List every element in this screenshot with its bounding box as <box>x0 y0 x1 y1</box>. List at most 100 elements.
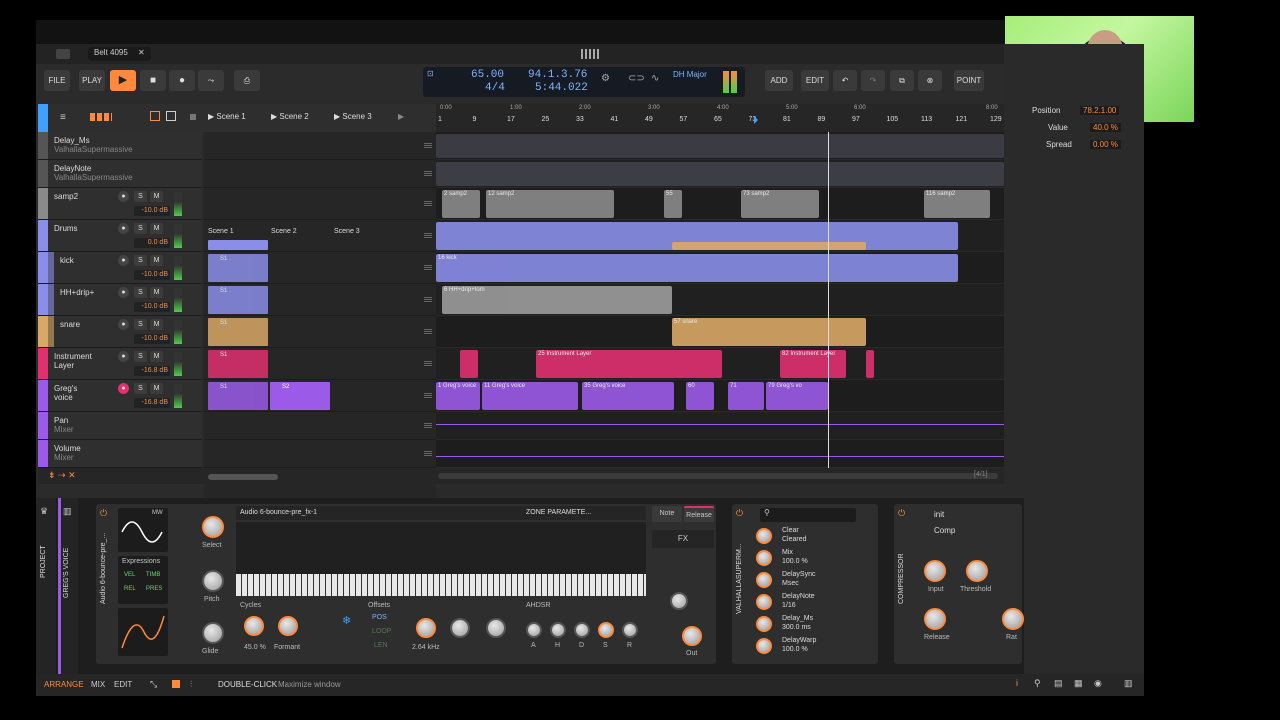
arranger-timeline[interactable]: 2 samp2 12 samp2 55 73 samp2 116 samp2 16 kic… <box>436 132 1004 484</box>
row-grip-icon[interactable] <box>424 451 432 457</box>
arranger-clip[interactable] <box>866 350 874 378</box>
record-arm-button[interactable]: ● <box>118 383 129 394</box>
track-header[interactable]: Instrument Layer ● S M -16.8 dB <box>38 348 202 380</box>
solo-button[interactable]: S <box>134 287 147 298</box>
param-search[interactable]: ⚲ <box>760 508 856 522</box>
file-icon[interactable]: ▤ <box>1054 678 1063 689</box>
record-arm-button[interactable]: ● <box>118 191 129 202</box>
track-volume[interactable]: -10.0 dB <box>134 206 170 216</box>
print-icon[interactable]: ⎙ <box>234 70 260 91</box>
view-icon[interactable] <box>90 113 112 121</box>
fx-slot[interactable]: FX <box>652 530 714 548</box>
browser-icon[interactable]: ▦ <box>1074 678 1083 689</box>
key-display[interactable]: DH Major <box>673 70 707 79</box>
time-signature[interactable]: 4/4 <box>485 82 505 94</box>
arranger-clip[interactable]: 60 <box>686 382 714 410</box>
record-arm-button[interactable]: ● <box>118 287 129 298</box>
edit-tab[interactable]: EDIT <box>114 680 132 689</box>
launcher-clip[interactable]: S1 <box>208 318 268 346</box>
track-header[interactable]: Drums ● S M 0.0 dB <box>38 220 202 252</box>
stop-all-icon[interactable] <box>190 114 196 120</box>
param-row[interactable]: DelayWarp 100.0 % <box>754 636 872 656</box>
envelope-knob[interactable] <box>526 622 542 638</box>
glide-knob[interactable] <box>202 622 224 644</box>
arranger-lane[interactable] <box>436 440 1004 468</box>
out-knob[interactable] <box>682 626 702 646</box>
arrange-tab[interactable]: ARRANGE <box>44 680 84 689</box>
launcher-clip[interactable]: S1 <box>208 350 268 378</box>
piano-panel-icon[interactable]: ▥ <box>1124 678 1133 689</box>
row-grip-icon[interactable] <box>424 297 432 303</box>
release-button[interactable]: Release <box>684 506 714 522</box>
track-volume[interactable]: 0.0 dB <box>134 238 170 248</box>
scene-label[interactable]: Scene 2 <box>271 228 297 235</box>
launcher-clip[interactable]: S1 <box>208 286 268 314</box>
mix-tab[interactable]: MIX <box>91 680 105 689</box>
param-row[interactable]: DelaySync Msec <box>754 570 872 590</box>
loop-icon[interactable]: ⊡ <box>427 69 443 95</box>
freeze-icon[interactable]: ❄ <box>342 614 351 627</box>
arranger-lane[interactable] <box>436 412 1004 440</box>
keyboard[interactable] <box>236 574 646 596</box>
position-value-field[interactable]: 78.2.1.00 <box>1080 106 1120 115</box>
record-arm-button[interactable]: ● <box>118 351 129 362</box>
play-icon[interactable]: ▶ <box>110 70 136 91</box>
timeline-ruler[interactable]: 0:00 1:00 2:00 3:00 4:00 5:00 6:00 8:00 1 9 17 25 3… <box>436 104 1004 132</box>
arranger-clip[interactable]: 16 kick <box>436 254 958 282</box>
ahdsr-label[interactable]: AHDSR <box>526 602 551 609</box>
arranger-clip[interactable]: 55 <box>664 190 682 218</box>
envelope-knob[interactable] <box>550 622 566 638</box>
arranger-clip[interactable]: 25 Instrument Layer <box>536 350 722 378</box>
loop-label[interactable]: LOOP <box>372 628 391 635</box>
track-volume[interactable]: -10.0 dB <box>134 334 170 344</box>
solo-button[interactable]: S <box>134 191 147 202</box>
playhead-marker-icon[interactable] <box>754 116 758 124</box>
mute-button[interactable]: M <box>150 223 163 234</box>
footer-tools-icon[interactable]: ⇟ ⇢ ✕ <box>48 470 76 481</box>
arranger-clip[interactable]: 6 HH+drip+tom <box>442 286 672 314</box>
solo-button[interactable]: S <box>134 383 147 394</box>
mute-button[interactable]: M <box>150 255 163 266</box>
track-header[interactable]: Volume Mixer <box>38 440 202 468</box>
arranger-clip[interactable]: 82 Instrument Layer <box>780 350 846 378</box>
param-knob[interactable] <box>756 594 772 610</box>
ratio-knob[interactable] <box>1002 608 1024 630</box>
input-knob[interactable] <box>924 560 946 582</box>
stop-icon[interactable]: ■ <box>140 70 166 91</box>
copy-icon[interactable]: ⧉ <box>890 70 914 91</box>
scene-label[interactable]: Scene 3 <box>334 228 360 235</box>
mute-button[interactable]: M <box>150 287 163 298</box>
mute-button[interactable]: M <box>150 351 163 362</box>
launcher-clip[interactable]: S2 <box>270 382 330 410</box>
arranger-clip[interactable]: 35 Greg's voice <box>582 382 674 410</box>
automation-icon[interactable]: ⤳ <box>198 70 224 91</box>
spread-field[interactable]: 0.00 % <box>1090 140 1121 149</box>
res-knob[interactable] <box>450 618 470 638</box>
param-row[interactable]: Delay_Ms 300.0 ms <box>754 614 872 634</box>
param-row[interactable]: Clear Cleared <box>754 526 872 546</box>
tempo-value[interactable]: 65.00 <box>471 69 504 81</box>
value-field[interactable]: 40.0 % <box>1090 123 1121 132</box>
row-grip-icon[interactable] <box>424 329 432 335</box>
edit-button[interactable]: EDIT <box>801 70 829 91</box>
crown-icon[interactable]: ♛ <box>40 506 48 517</box>
lfo-display[interactable]: MW <box>118 508 168 552</box>
delete-icon[interactable]: ⊗ <box>918 70 942 91</box>
row-grip-icon[interactable] <box>424 361 432 367</box>
cycles-knob[interactable] <box>244 616 264 636</box>
row-grip-icon[interactable] <box>424 265 432 271</box>
file-button[interactable]: FILE <box>44 70 70 91</box>
sample-waveform[interactable] <box>236 522 646 574</box>
dashboard-icon[interactable] <box>56 49 70 59</box>
row-grip-icon[interactable] <box>424 393 432 399</box>
undo-icon[interactable]: ↶ <box>833 70 857 91</box>
arranger-clip[interactable]: 12 samp2 <box>486 190 614 218</box>
scene-3-header[interactable]: ▶ Scene 3 <box>334 112 372 121</box>
record-arm-button[interactable]: ● <box>118 319 129 330</box>
param-row[interactable]: Mix 100.0 % <box>754 548 872 568</box>
envelope-knob[interactable] <box>574 622 590 638</box>
track-header[interactable]: DelayNote ValhallaSupermassive <box>38 160 202 188</box>
filter-knob[interactable] <box>416 618 436 638</box>
select-knob[interactable] <box>202 516 224 538</box>
track-menu-icon[interactable]: ≡ <box>60 112 66 123</box>
